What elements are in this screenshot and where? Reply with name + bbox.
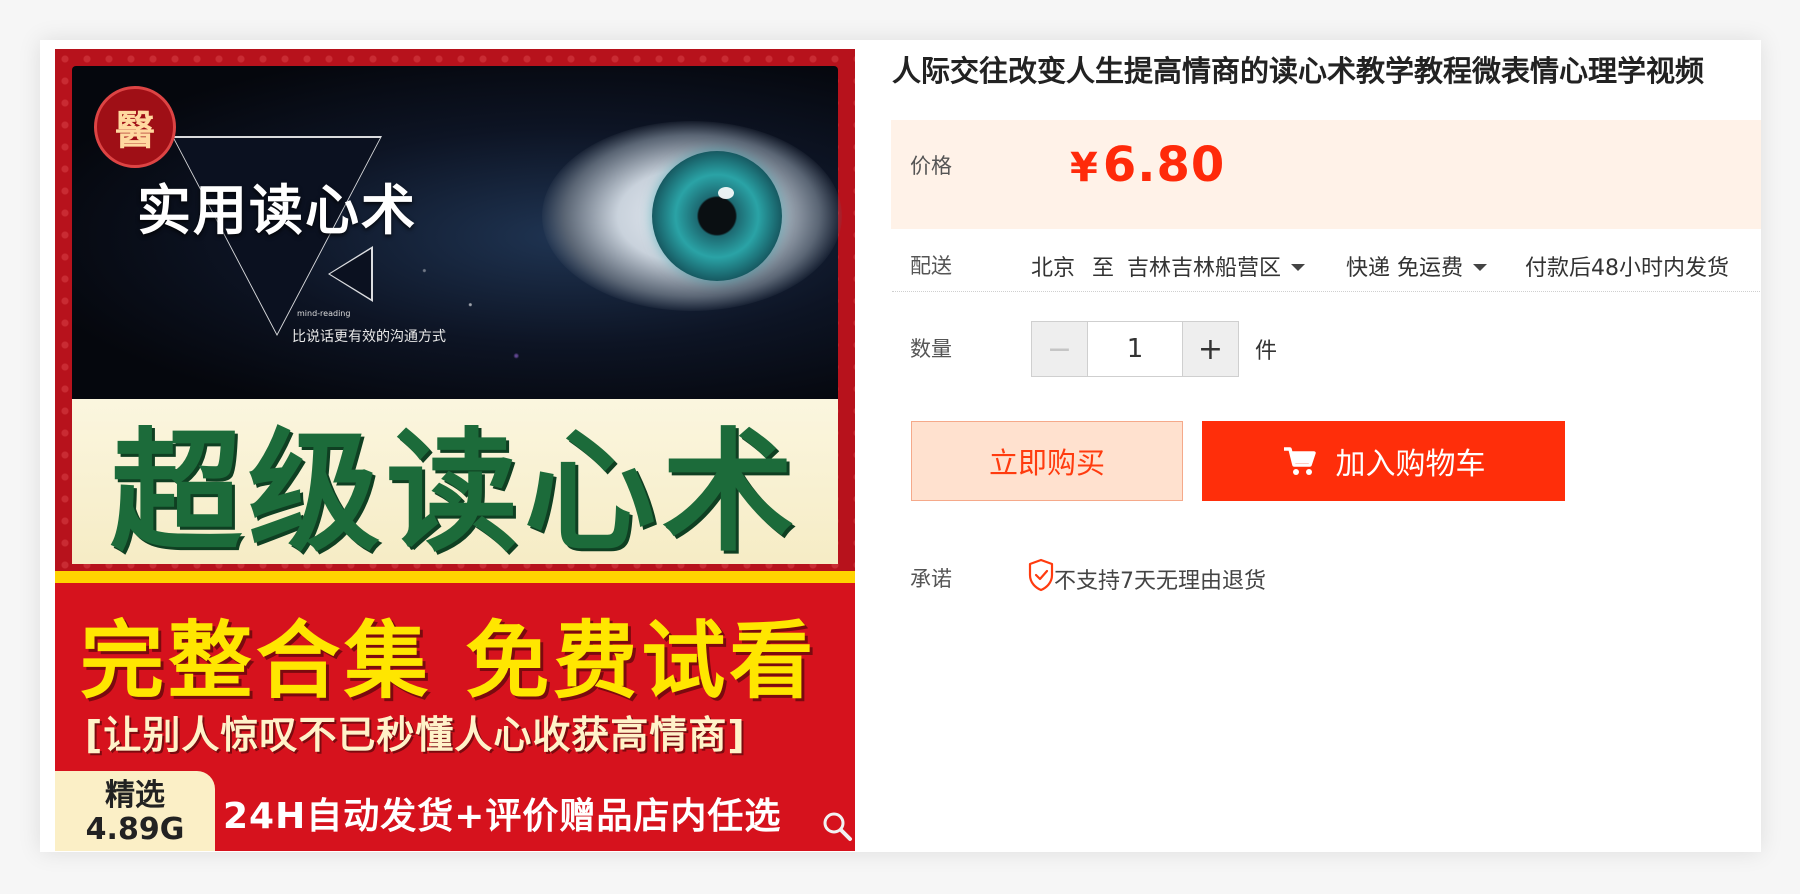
price-amount: 6.80 bbox=[1102, 137, 1226, 193]
caret-down-icon bbox=[1473, 263, 1487, 271]
promo-title: 实用读心术 bbox=[137, 179, 417, 242]
quantity-stepper: − 1 + bbox=[1031, 321, 1239, 377]
cart-icon bbox=[1283, 447, 1316, 475]
shipping-from: 北京 bbox=[1031, 256, 1076, 281]
image-bottom-line: 24H自动发货+评价赠品店内任选 bbox=[223, 796, 782, 837]
add-to-cart-button[interactable]: 加入购物车 bbox=[1202, 421, 1565, 501]
promo-subtitle: 比说话更有效的沟通方式 bbox=[292, 329, 446, 345]
tag-line-1: 精选 bbox=[105, 778, 165, 813]
shipping-method: 快递 免运费 bbox=[1346, 256, 1463, 281]
product-card: 醫 实用读心术 mind-reading 比说话更有效的沟通方式 超级读心术 完… bbox=[40, 40, 1761, 852]
product-title: 人际交往改变人生提高情商的读心术教学教程微表情心理学视频 bbox=[892, 54, 1705, 88]
seal-char: 醫 bbox=[115, 107, 155, 154]
promise-label: 承诺 bbox=[910, 567, 952, 591]
shipping-method-select[interactable]: 快递 免运费 bbox=[1346, 250, 1487, 282]
add-to-cart-label: 加入购物车 bbox=[1335, 447, 1486, 482]
image-big-title: 超级读心术 bbox=[110, 416, 800, 570]
price-value: ¥6.80 bbox=[1070, 137, 1225, 193]
image-yellow-divider bbox=[55, 571, 855, 583]
quantity-label: 数量 bbox=[910, 337, 952, 361]
caret-down-icon bbox=[1291, 263, 1306, 271]
quantity-minus-button[interactable]: − bbox=[1032, 322, 1087, 376]
promo-small-en: mind-reading bbox=[297, 309, 351, 318]
quantity-input[interactable]: 1 bbox=[1087, 322, 1183, 376]
shipping-label: 配送 bbox=[910, 254, 952, 278]
price-label: 价格 bbox=[910, 154, 952, 178]
shipping-destination: 吉林吉林船营区 bbox=[1127, 256, 1282, 281]
image-bracket-line: [让别人惊叹不已秒懂人心收获高情商] bbox=[85, 713, 746, 757]
quantity-plus-button[interactable]: + bbox=[1183, 322, 1238, 376]
seal-logo: 醫 bbox=[94, 86, 176, 168]
image-cream-band: 超级读心术 bbox=[72, 399, 838, 570]
tag-line-2: 4.89G bbox=[85, 812, 185, 847]
buy-now-label: 立即购买 bbox=[988, 446, 1105, 480]
image-small-triangle-inner bbox=[330, 249, 371, 299]
price-box bbox=[891, 120, 1761, 229]
image-size-tag: 精选 4.89G bbox=[55, 771, 215, 851]
image-iris bbox=[652, 151, 782, 281]
currency-symbol: ¥ bbox=[1070, 145, 1099, 191]
shipping-destination-select[interactable]: 吉林吉林船营区 bbox=[1127, 250, 1306, 282]
promise-text: 不支持7天无理由退货 bbox=[1054, 569, 1266, 594]
image-photo-area: 醫 实用读心术 mind-reading 比说话更有效的沟通方式 bbox=[72, 66, 842, 407]
shipping-dispatch: 付款后48小时内发货 bbox=[1525, 256, 1729, 281]
product-image[interactable]: 醫 实用读心术 mind-reading 比说话更有效的沟通方式 超级读心术 完… bbox=[55, 49, 855, 851]
shipping-to-word: 至 bbox=[1092, 256, 1115, 281]
zoom-icon[interactable] bbox=[820, 809, 854, 843]
shield-check-icon bbox=[1028, 558, 1054, 592]
quantity-unit: 件 bbox=[1255, 339, 1278, 364]
buy-now-button[interactable]: 立即购买 bbox=[911, 421, 1183, 501]
image-yellow-title: 完整合集 免费试看 bbox=[80, 612, 818, 710]
